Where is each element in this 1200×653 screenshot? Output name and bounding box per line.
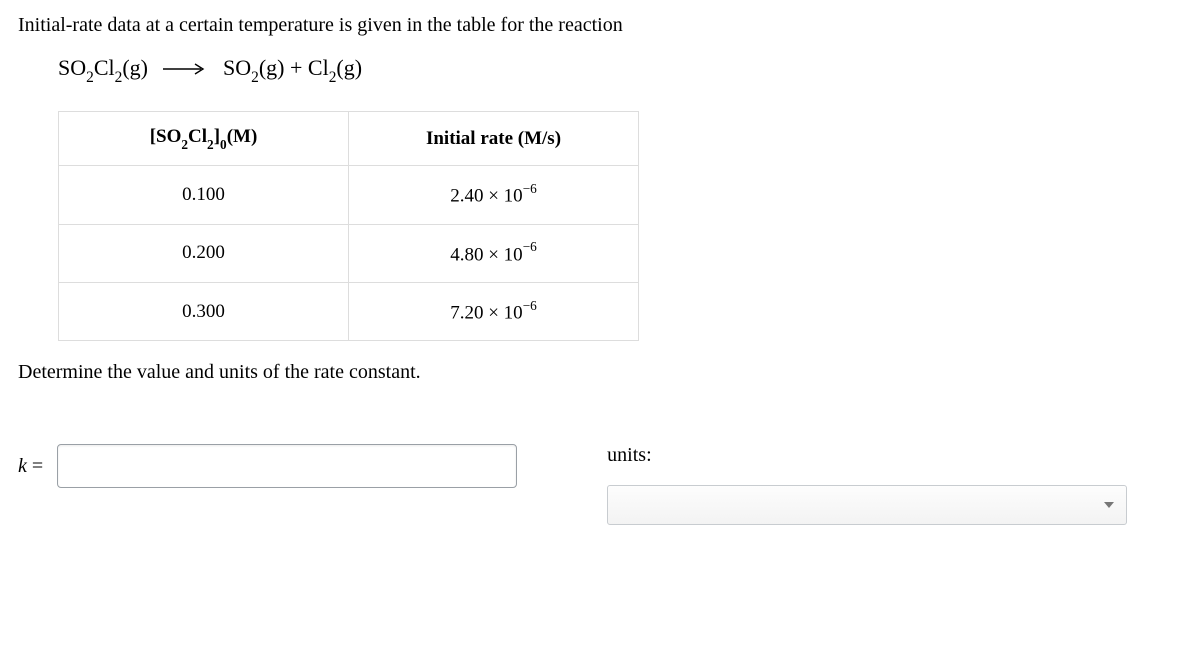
rate-cell: 7.20 × 10−6 <box>349 282 639 340</box>
units-select[interactable] <box>607 485 1127 525</box>
intro-text: Initial-rate data at a certain temperatu… <box>18 14 1182 37</box>
table-row: 0.100 2.40 × 10−6 <box>59 166 639 224</box>
units-group: units: <box>607 444 1182 525</box>
eq-rhs: SO2(g) + Cl2(g) <box>223 55 362 80</box>
conc-cell: 0.200 <box>59 224 349 282</box>
chevron-down-icon <box>1104 502 1114 508</box>
table-row: 0.300 7.20 × 10−6 <box>59 282 639 340</box>
arrow-icon <box>163 55 207 81</box>
table-header-rate: Initial rate (M/s) <box>349 112 639 166</box>
k-input-group: k = <box>18 444 517 488</box>
reaction-equation: SO2Cl2(g) SO2(g) + Cl2(g) <box>58 55 1182 85</box>
k-label: k = <box>18 455 43 478</box>
rate-cell: 4.80 × 10−6 <box>349 224 639 282</box>
table-header-concentration: [SO2Cl2]0(M) <box>59 112 349 166</box>
conc-cell: 0.100 <box>59 166 349 224</box>
eq-lhs: SO2Cl2(g) <box>58 55 153 80</box>
units-label: units: <box>607 444 1182 467</box>
table-row: 0.200 4.80 × 10−6 <box>59 224 639 282</box>
k-value-input[interactable] <box>57 444 517 488</box>
data-table: [SO2Cl2]0(M) Initial rate (M/s) 0.100 2.… <box>58 111 639 341</box>
rate-cell: 2.40 × 10−6 <box>349 166 639 224</box>
answer-row: k = units: <box>18 444 1182 525</box>
question-text: Determine the value and units of the rat… <box>18 361 1182 384</box>
conc-cell: 0.300 <box>59 282 349 340</box>
